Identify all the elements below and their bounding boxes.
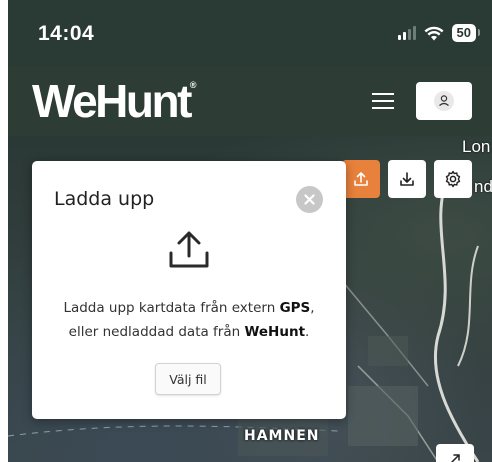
- user-profile-button[interactable]: [416, 82, 472, 120]
- upload-dialog: Ladda upp Ladda upp kartdata från extern…: [32, 161, 346, 419]
- status-icons: 50: [397, 24, 481, 42]
- download-icon: [400, 172, 414, 186]
- phone-screen: 14:04 50 WeHunt® Lon nd HAMNEN Ladda upp…: [8, 0, 492, 462]
- battery-indicator: 50: [451, 24, 481, 42]
- user-icon: [434, 91, 454, 111]
- status-time: 14:04: [38, 22, 95, 45]
- wehunt-logo[interactable]: WeHunt®: [32, 74, 197, 128]
- expand-map-button[interactable]: [436, 444, 474, 462]
- upload-icon: [354, 172, 368, 186]
- upload-map-button[interactable]: [342, 160, 380, 198]
- wifi-icon: [424, 26, 444, 40]
- map-place-label: Lon: [462, 137, 491, 156]
- app-header: WeHunt®: [8, 66, 492, 136]
- map-harbor-label: HAMNEN: [244, 428, 320, 444]
- map-settings-button[interactable]: [434, 160, 472, 198]
- map-place-label: nd: [474, 177, 492, 196]
- cellular-signal-icon: [397, 26, 416, 40]
- logo-text: WeHunt: [32, 75, 192, 127]
- expand-icon: [450, 454, 460, 462]
- dialog-title: Ladda upp: [54, 188, 155, 210]
- dialog-description: Ladda upp kartdata från extern GPS, elle…: [63, 300, 315, 340]
- gear-icon: [445, 170, 461, 188]
- close-icon: [304, 194, 315, 205]
- logo-registered-mark: ®: [189, 80, 197, 90]
- status-bar: 14:04 50: [8, 0, 492, 66]
- close-dialog-button[interactable]: [296, 186, 323, 213]
- choose-file-button[interactable]: Välj fil: [155, 363, 221, 395]
- hamburger-menu-icon[interactable]: [372, 93, 394, 109]
- download-map-button[interactable]: [388, 160, 426, 198]
- upload-icon: [169, 231, 209, 268]
